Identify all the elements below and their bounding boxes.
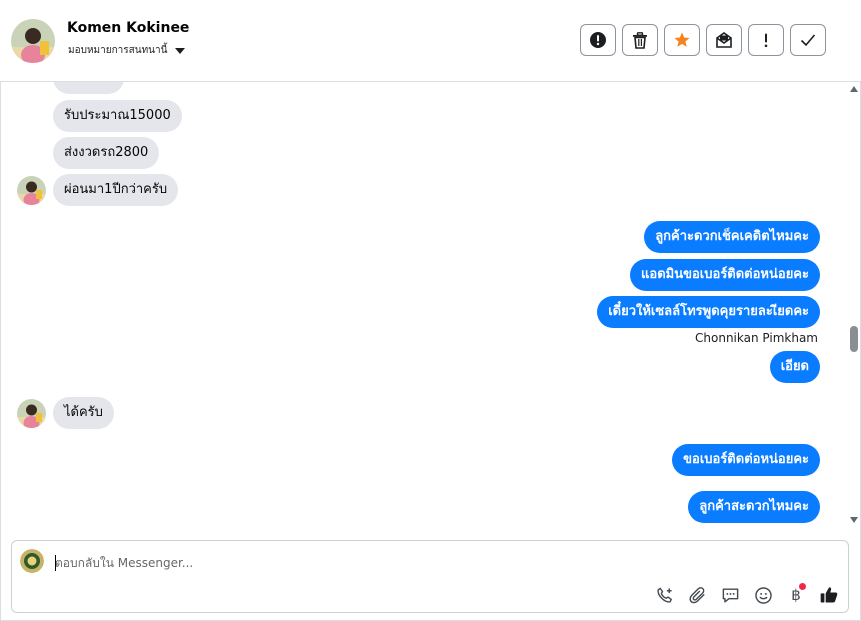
conversation-actions bbox=[580, 24, 826, 56]
scroll-down-arrow[interactable] bbox=[850, 517, 858, 523]
outgoing-message[interactable]: ลูกค้าสะดวกไหมคะ bbox=[688, 491, 820, 523]
like-button[interactable] bbox=[818, 584, 840, 606]
call-button[interactable] bbox=[653, 584, 675, 606]
scroll-up-arrow[interactable] bbox=[850, 86, 858, 92]
mark-unread-icon bbox=[716, 32, 732, 48]
incoming-message[interactable]: รับประมาณ15000 bbox=[53, 100, 182, 132]
conversation-header: Komen Kokinee มอบหมายการสนทนานี้ bbox=[0, 0, 861, 82]
star-button[interactable] bbox=[664, 24, 700, 56]
star-icon bbox=[674, 32, 690, 47]
attachment-icon bbox=[688, 586, 705, 603]
trash-icon bbox=[633, 31, 647, 49]
contact-name[interactable]: Komen Kokinee bbox=[67, 20, 189, 36]
outgoing-message[interactable]: แอดมินขอเบอร์ติดต่อหน่อยคะ bbox=[630, 259, 820, 291]
emoji-icon bbox=[754, 586, 772, 604]
contact-avatar-small[interactable] bbox=[17, 176, 46, 205]
outgoing-message[interactable]: เอียด bbox=[769, 351, 820, 383]
payment-button[interactable]: ฿ bbox=[785, 583, 807, 606]
incoming-message[interactable]: ยินดีครับ bbox=[53, 82, 124, 94]
assign-conversation-dropdown[interactable]: มอบหมายการสนทนานี้ bbox=[68, 43, 186, 58]
outgoing-message[interactable]: ลูกค้าะดวกเช็คเคดิตไหมคะ bbox=[644, 221, 820, 253]
incoming-message[interactable]: ส่งงวดรถ2800 bbox=[53, 137, 160, 169]
follow-up-button[interactable] bbox=[748, 24, 784, 56]
attach-button[interactable] bbox=[686, 584, 708, 606]
contact-avatar[interactable] bbox=[11, 19, 55, 63]
contact-avatar-small[interactable] bbox=[17, 399, 46, 428]
incoming-message[interactable]: ได้ครับ bbox=[53, 397, 114, 429]
notification-dot bbox=[799, 583, 806, 590]
assign-label: มอบหมายการสนทนานี้ bbox=[68, 45, 168, 56]
alert-button[interactable] bbox=[580, 24, 616, 56]
saved-reply-button[interactable] bbox=[719, 584, 741, 606]
sender-name: Chonnikan Pimkham bbox=[695, 331, 818, 345]
outgoing-message[interactable]: เดี๋ยวให้เซลล์โทรพูดคุยรายละเียดคะ bbox=[597, 296, 820, 328]
emoji-button[interactable] bbox=[752, 584, 774, 606]
alert-circle-icon bbox=[590, 32, 606, 48]
follow-up-icon bbox=[764, 33, 768, 48]
delete-button[interactable] bbox=[622, 24, 658, 56]
call-add-icon bbox=[656, 587, 672, 603]
message-thread: ยินดีครับ รับประมาณ15000 ส่งงวดรถ2800 ผ่… bbox=[0, 82, 846, 532]
composer-tools: ฿ bbox=[653, 583, 840, 606]
reply-composer: ฿ bbox=[11, 540, 849, 613]
page-avatar bbox=[20, 549, 44, 573]
mark-unread-button[interactable] bbox=[706, 24, 742, 56]
done-check-icon bbox=[800, 34, 816, 47]
text-cursor bbox=[55, 555, 56, 571]
outgoing-message[interactable]: ขอเบอร์ติดต่อหน่อยคะ bbox=[672, 444, 820, 476]
reply-input[interactable] bbox=[55, 553, 775, 573]
scrollbar-thumb[interactable] bbox=[850, 326, 858, 352]
caret-down-icon bbox=[175, 47, 186, 54]
incoming-message[interactable]: ผ่อนมา1ปีกว่าครับ bbox=[53, 174, 179, 206]
thumbs-up-icon bbox=[820, 587, 838, 603]
saved-reply-icon bbox=[722, 587, 738, 603]
mark-done-button[interactable] bbox=[790, 24, 826, 56]
